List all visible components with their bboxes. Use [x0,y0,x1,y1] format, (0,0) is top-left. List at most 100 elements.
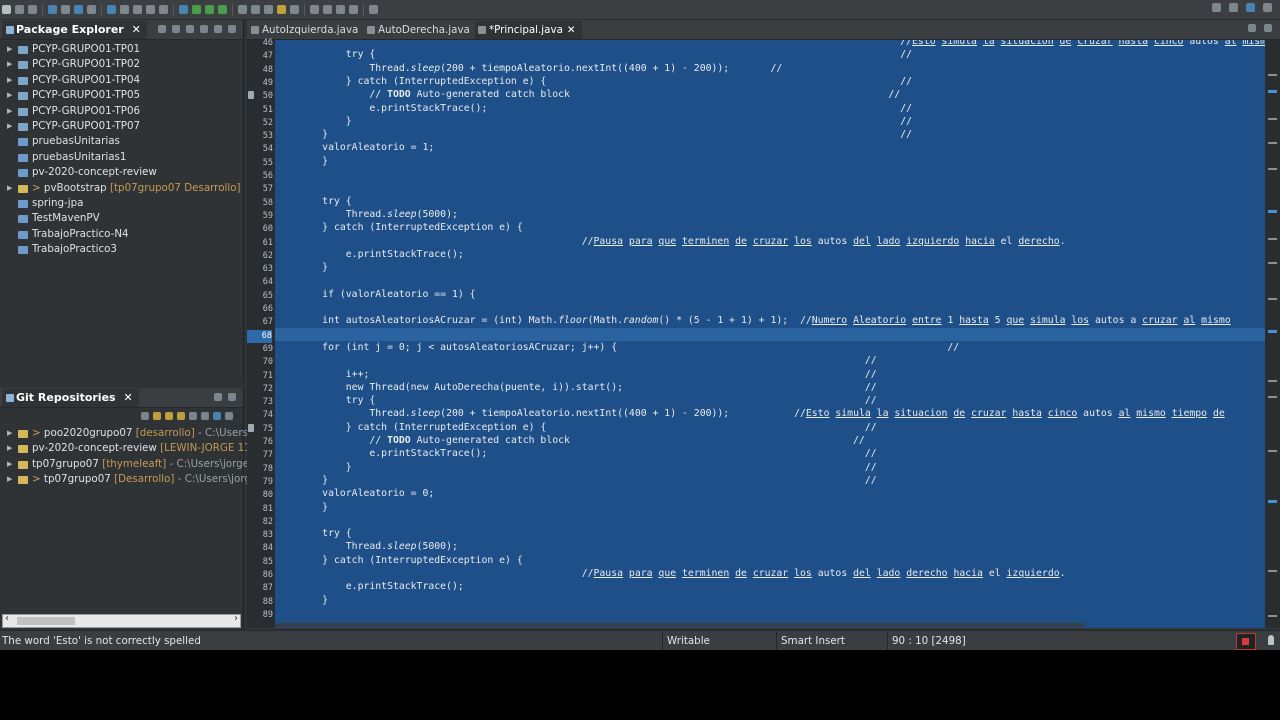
overview-mark[interactable] [1268,142,1277,144]
run-icon[interactable] [192,5,201,14]
expand-arrow-icon[interactable]: ▶ [7,426,12,441]
new-java-project-icon[interactable] [238,5,247,14]
maximize-icon[interactable] [228,393,236,401]
filter-icon[interactable] [186,25,194,33]
code-line[interactable]: } [275,594,328,607]
code-editor[interactable]: 46 47 48 49 50 51 52 53 54 55 56 57 58 59 60 61 62 63 64 65… [247,38,1280,628]
status-insert-mode[interactable]: Smart Insert [776,631,845,650]
task-marker-icon[interactable] [248,423,254,432]
lightbulb-icon[interactable] [1268,635,1274,645]
new-icon[interactable] [2,5,11,14]
code-line[interactable]: valorAleatorio = 1; [275,141,434,154]
overview-mark[interactable] [1268,500,1277,503]
overview-mark[interactable] [1268,330,1277,333]
build-icon[interactable] [61,5,70,14]
overview-mark[interactable] [1268,74,1277,76]
code-line[interactable]: Thread.sleep(5000); [275,208,458,221]
code-line[interactable]: Thread.sleep(200 + tiempoAleatorio.nextI… [275,407,1224,420]
overview-mark[interactable] [1268,570,1277,572]
overview-mark[interactable] [1268,615,1277,617]
expand-arrow-icon[interactable]: ▶ [7,73,12,88]
code-line[interactable]: } catch (InterruptedException e) { // [275,421,877,434]
filter-icon[interactable] [213,412,221,420]
clone-repository-icon[interactable] [165,412,173,420]
tree-item[interactable]: ▶ PCYP-GRUPO01-TP07 [0,119,243,134]
open-perspective-icon[interactable] [1229,3,1238,12]
code-line[interactable]: //Pausa para que terminen de cruzar los … [275,235,1066,248]
overview-mark[interactable] [1268,168,1277,170]
code-line[interactable]: e.printStackTrace(); // [275,102,912,115]
code-line[interactable]: } // [275,128,912,141]
back-icon[interactable] [336,5,345,14]
code-line[interactable]: e.printStackTrace(); [275,248,464,261]
editor-tab[interactable]: AutoDerecha.java [364,21,470,39]
minimize-icon[interactable] [214,393,222,401]
search-icon[interactable] [87,5,96,14]
code-line[interactable]: for (int j = 0; j < autosAleatoriosACruz… [275,341,959,354]
overview-mark[interactable] [1268,90,1277,93]
commit-icon[interactable] [133,5,142,14]
create-repository-icon[interactable] [177,412,185,420]
code-line[interactable]: Thread.sleep(200 + tiempoAleatorio.nextI… [275,62,782,75]
expand-arrow-icon[interactable]: ▶ [7,181,12,196]
code-line[interactable]: try { // [275,394,877,407]
repository-item[interactable]: ▶ > poo2020grupo07 [desarrollo] - C:\User… [0,426,278,441]
minimize-icon[interactable] [214,25,222,33]
skip-breakpoints-icon[interactable] [48,5,57,14]
tree-item[interactable]: ▶ PCYP-GRUPO01-TP05 [0,88,243,103]
close-icon[interactable]: ✕ [132,23,141,36]
overview-mark[interactable] [1268,450,1277,452]
code-line[interactable]: } [275,155,328,168]
compare-icon[interactable] [146,5,155,14]
expand-arrow-icon[interactable]: ▶ [7,472,12,487]
maximize-icon[interactable] [228,25,236,33]
code-line[interactable]: new Thread(new AutoDerecha(puente, i)).s… [275,381,877,394]
expand-arrow-icon[interactable]: ▶ [7,441,12,456]
overview-mark[interactable] [1268,298,1277,300]
code-line[interactable]: // TODO Auto-generated catch block // [275,88,900,101]
overview-mark[interactable] [1268,118,1277,120]
expand-arrow-icon[interactable]: ▶ [7,457,12,472]
open-type-icon[interactable] [74,5,83,14]
repository-item[interactable]: ▶ > tp07grupo07 [Desarrollo] - C:\Users\j… [0,472,270,487]
scrollbar-thumb[interactable] [17,617,75,625]
code-line[interactable]: if (valorAleatorio == 1) { [275,288,475,301]
next-annotation-icon[interactable] [310,5,319,14]
refresh-icon[interactable] [189,412,197,420]
external-tools-icon[interactable] [218,5,227,14]
overview-mark[interactable] [1268,210,1277,213]
overview-mark[interactable] [1268,380,1277,382]
debug-perspective-icon[interactable] [1263,3,1272,12]
code-line[interactable]: } catch (InterruptedException e) { [275,554,523,567]
pen-icon[interactable] [290,5,299,14]
horizontal-scrollbar[interactable]: ‹ › [2,613,241,628]
tab-git-repositories[interactable]: Git Repositories ✕ [2,389,139,407]
close-icon[interactable]: ✕ [567,24,576,36]
tree-item[interactable]: pv-2020-concept-review [0,165,243,180]
code-line[interactable]: try { [275,527,352,540]
tree-item[interactable]: ▶ PCYP-GRUPO01-TP06 [0,104,243,119]
scrollbar-thumb[interactable] [275,623,1085,627]
overview-ruler[interactable] [1265,40,1280,628]
quick-search-icon[interactable] [1212,3,1221,12]
link-with-editor-icon[interactable] [172,25,180,33]
highlight-icon[interactable] [277,5,286,14]
link-with-selection-icon[interactable] [201,412,209,420]
code-line[interactable]: e.printStackTrace(); // [275,447,876,460]
expand-arrow-icon[interactable]: ▶ [7,88,12,103]
status-cursor-position[interactable]: 90 : 10 [2498] [887,631,966,650]
code-line[interactable] [275,327,1265,341]
repository-item[interactable]: ▶ pv-2020-concept-review [LEWIN-JORGE 11]… [0,441,272,456]
java-perspective-icon[interactable] [1246,3,1255,12]
history-icon[interactable] [159,5,168,14]
expand-arrow-icon[interactable]: ▶ [7,57,12,72]
maximize-icon[interactable] [1264,24,1272,32]
tree-item[interactable]: TestMavenPV [0,211,243,226]
heap-status-icon[interactable] [1236,633,1256,650]
pin-editor-icon[interactable] [369,5,378,14]
expand-arrow-icon[interactable]: ▶ [7,119,12,134]
editor-tab[interactable]: *Principal.java ✕ [475,21,582,39]
code-text[interactable]: //Esto simula la situacion de cruzar has… [275,40,1265,628]
tree-item[interactable]: spring-jpa [0,196,243,211]
save-all-icon[interactable] [28,5,37,14]
